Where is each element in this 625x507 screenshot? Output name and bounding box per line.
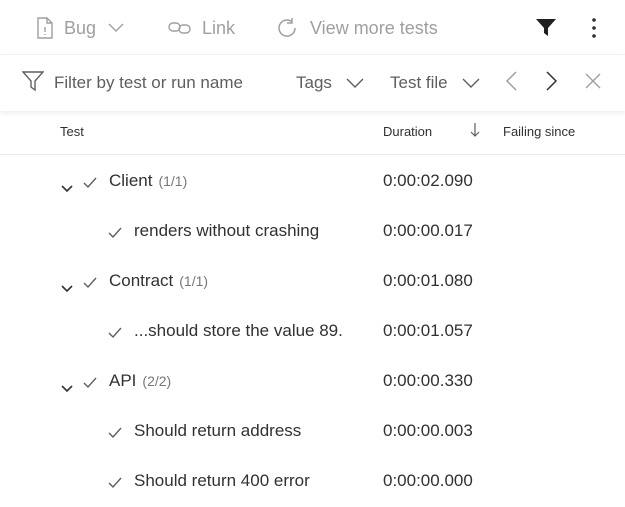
check-icon xyxy=(83,374,97,394)
chevron-down-icon xyxy=(108,23,124,33)
next-button[interactable] xyxy=(546,69,558,97)
filter-bar: Filter by test or run name Tags Test fil… xyxy=(0,54,625,111)
chevron-down-icon[interactable] xyxy=(61,278,73,298)
table-row[interactable]: renders without crashing 0:00:00.017 xyxy=(0,207,625,257)
group-name: Contract xyxy=(109,271,174,290)
check-icon xyxy=(108,324,122,344)
pass-count: (1/1) xyxy=(158,173,188,189)
chevron-down-icon[interactable] xyxy=(61,178,73,198)
test-name: Client (1/1) xyxy=(109,171,187,191)
link-button[interactable]: Link xyxy=(168,12,235,44)
table-row[interactable]: Client (1/1) 0:00:02.090 xyxy=(0,157,625,207)
table-row[interactable]: Contract (1/1) 0:00:01.080 xyxy=(0,257,625,307)
chevron-down-icon[interactable] xyxy=(61,378,73,398)
duration: 0:00:01.057 xyxy=(383,321,473,340)
duration: 0:00:00.003 xyxy=(383,421,473,440)
test-name: Should return 400 error xyxy=(134,471,310,490)
duration: 0:00:00.017 xyxy=(383,221,473,240)
test-name: API (2/2) xyxy=(109,371,171,391)
group-name: API xyxy=(109,371,137,390)
test-file-label: Test file xyxy=(390,73,448,92)
check-icon xyxy=(83,174,97,194)
test-name: renders without crashing xyxy=(134,221,320,240)
close-icon xyxy=(585,73,601,94)
column-header-test[interactable]: Test xyxy=(60,124,84,139)
clear-filter-button[interactable] xyxy=(585,69,601,97)
test-file-dropdown[interactable]: Test file xyxy=(390,69,480,97)
chevron-right-icon xyxy=(546,70,558,96)
test-name: ...should store the value 89. xyxy=(134,321,343,340)
chevron-down-icon xyxy=(346,73,364,93)
table-row[interactable]: Should return 400 error 0:00:00.000 xyxy=(0,457,625,507)
duration: 0:00:00.330 xyxy=(383,371,473,390)
duration: 0:00:02.090 xyxy=(383,171,473,190)
previous-button[interactable] xyxy=(505,69,517,97)
sort-descending-icon[interactable] xyxy=(470,122,480,141)
column-header-duration[interactable]: Duration xyxy=(383,124,432,139)
check-icon xyxy=(108,424,122,444)
duration: 0:00:01.080 xyxy=(383,271,473,290)
tags-label: Tags xyxy=(296,73,332,92)
pass-count: (1/1) xyxy=(179,273,209,289)
toolbar: Bug Link View more tests xyxy=(0,0,625,54)
chevron-down-icon xyxy=(462,73,480,93)
refresh-icon xyxy=(276,16,300,40)
check-icon xyxy=(108,474,122,494)
test-name: Contract (1/1) xyxy=(109,271,208,291)
chevron-left-icon xyxy=(505,70,517,96)
table-row[interactable]: API (2/2) 0:00:00.330 xyxy=(0,357,625,407)
link-icon xyxy=(168,20,192,36)
tags-dropdown[interactable]: Tags xyxy=(296,69,364,97)
table-row[interactable]: ...should store the value 89. 0:00:01.05… xyxy=(0,307,625,357)
filter-search[interactable]: Filter by test or run name xyxy=(21,69,262,97)
search-input[interactable]: Filter by test or run name xyxy=(54,73,243,93)
group-name: Client xyxy=(109,171,153,190)
bug-label: Bug xyxy=(64,17,97,38)
bug-button[interactable]: Bug xyxy=(36,12,124,44)
more-vertical-icon xyxy=(590,17,598,39)
duration: 0:00:00.000 xyxy=(383,471,473,490)
column-header-failing-since[interactable]: Failing since xyxy=(503,124,575,139)
table-header: Test Duration Failing since xyxy=(0,116,625,155)
check-icon xyxy=(83,274,97,294)
link-label: Link xyxy=(202,17,236,38)
view-more-tests-label: View more tests xyxy=(310,17,438,38)
view-more-tests-button[interactable]: View more tests xyxy=(276,12,438,44)
table-row[interactable]: Should return address 0:00:00.003 xyxy=(0,407,625,457)
pass-count: (2/2) xyxy=(142,373,172,389)
document-icon xyxy=(36,17,54,39)
filter-toggle-button[interactable] xyxy=(535,12,557,44)
filter-icon xyxy=(21,70,45,97)
more-options-button[interactable] xyxy=(590,12,598,44)
test-name: Should return address xyxy=(134,421,302,440)
check-icon xyxy=(108,224,122,244)
filter-filled-icon xyxy=(535,18,557,38)
